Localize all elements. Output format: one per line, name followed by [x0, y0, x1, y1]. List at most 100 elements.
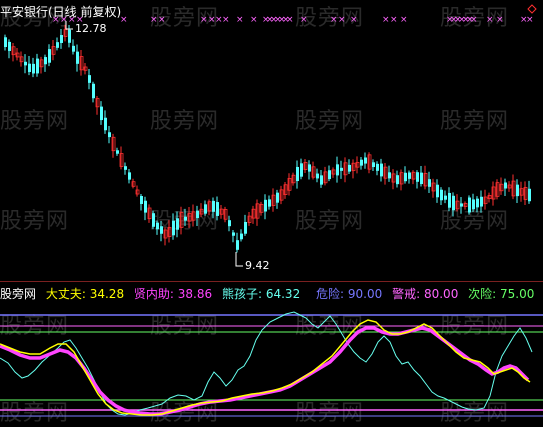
candle-body — [48, 49, 51, 63]
signal-marker-icon: × — [350, 15, 358, 25]
candle-body — [232, 232, 235, 236]
candle-body — [88, 75, 91, 83]
signal-markers: × × × × × × × × × × × × × ××××××× × × × × × × × ××××××× × × ×× — [52, 15, 534, 25]
candle-body — [376, 163, 379, 171]
candle-body — [296, 166, 299, 182]
candle-body — [104, 117, 107, 131]
signal-marker-icon: × — [390, 15, 398, 25]
legend-xionghaizi: 熊孩子: 64.32 — [221, 287, 301, 301]
candle-body — [444, 195, 447, 200]
candle-body — [436, 184, 439, 198]
legend-dazhangfu: 大丈夫: 34.28 — [45, 287, 125, 301]
signal-marker-icon: × — [300, 15, 308, 25]
candle-body — [428, 179, 431, 187]
candle-body — [408, 172, 411, 179]
candle-body — [460, 203, 463, 207]
candlestick-chart[interactable]: × × × × × × × × × × × × × ××××××× × × × × × × × ××××××× × × ×× — [0, 0, 543, 282]
candle-body — [32, 63, 35, 74]
candle-body — [72, 45, 75, 52]
diamond-icon[interactable] — [527, 4, 537, 14]
candle-body — [76, 51, 79, 64]
candle-body — [372, 162, 375, 168]
candle-body — [216, 202, 219, 216]
candle-body — [380, 163, 383, 177]
candle-body — [316, 173, 319, 179]
candles — [4, 24, 531, 253]
indicator-chart[interactable] — [0, 300, 543, 427]
candle-body — [68, 29, 71, 43]
candle-body — [264, 199, 267, 212]
candle-body — [36, 58, 39, 74]
candle-body — [228, 220, 231, 227]
candle-body — [320, 175, 323, 185]
candle-body — [8, 41, 11, 51]
candle-body — [124, 166, 127, 170]
signal-marker-icon: × — [400, 15, 408, 25]
candle-body — [108, 132, 111, 138]
candle-body — [100, 106, 103, 121]
candle-body — [328, 170, 331, 180]
signal-marker-icon: × — [526, 15, 534, 25]
legend-secondary: 次险: 75.00 — [468, 287, 535, 301]
signal-marker-icon: × — [338, 15, 346, 25]
candle-body — [212, 200, 215, 212]
candle-body — [60, 35, 63, 43]
candle-body — [176, 218, 179, 230]
candle-body — [336, 164, 339, 176]
legend-xianneizhu: 贤内助: 38.86 — [133, 287, 213, 301]
low-price-label: 9.42 — [245, 259, 270, 272]
candle-body — [204, 204, 207, 214]
candle-body — [276, 192, 279, 203]
candle-body — [440, 189, 443, 201]
stock-title: 平安银行(日线 前复权) — [0, 5, 122, 19]
signal-marker-icon: × — [250, 15, 258, 25]
candle-body — [448, 192, 451, 208]
candle-body — [396, 175, 399, 185]
candle-body — [4, 37, 7, 48]
candle-body — [56, 42, 59, 48]
legend-danger: 危险: 90.00 — [316, 287, 383, 301]
candle-body — [340, 167, 343, 171]
candle-body — [184, 216, 187, 221]
candle-body — [504, 182, 507, 189]
candle-body — [116, 150, 119, 154]
signal-marker-icon: × — [382, 15, 390, 25]
signal-marker-icon: × — [486, 15, 494, 25]
candle-body — [388, 172, 391, 179]
candle-body — [240, 233, 243, 240]
candle-body — [28, 63, 31, 73]
candle-body — [420, 172, 423, 185]
candle-body — [308, 164, 311, 172]
signal-marker-icon: × — [222, 15, 230, 25]
signal-marker-icon: × — [286, 15, 294, 25]
candle-body — [172, 220, 175, 236]
signal-marker-icon: × — [200, 15, 208, 25]
candle-body — [268, 199, 271, 207]
candle-body — [476, 198, 479, 208]
candle-body — [516, 184, 519, 197]
legend-warning: 警戒: 80.00 — [392, 287, 459, 301]
candle-body — [468, 197, 471, 213]
candle-body — [364, 157, 367, 164]
indicator-name: 股旁网 — [0, 287, 37, 301]
signal-marker-icon: × — [330, 15, 338, 25]
candle-body — [300, 163, 303, 177]
signal-marker-icon: × — [470, 15, 478, 25]
candle-body — [236, 240, 239, 250]
signal-marker-icon: × — [158, 15, 166, 25]
candle-body — [416, 172, 419, 182]
candle-body — [160, 226, 163, 234]
candle-body — [44, 57, 47, 65]
candle-body — [528, 188, 531, 202]
candle-body — [156, 222, 159, 230]
candle-body — [244, 221, 247, 234]
panel-divider — [0, 281, 543, 282]
candle-body — [472, 199, 475, 210]
candle-body — [152, 213, 155, 227]
candle-body — [452, 195, 455, 211]
candle-body — [128, 172, 131, 180]
signal-marker-icon: × — [236, 15, 244, 25]
candle-body — [348, 164, 351, 172]
xianneizhu-line — [0, 326, 530, 416]
candle-body — [144, 200, 147, 213]
